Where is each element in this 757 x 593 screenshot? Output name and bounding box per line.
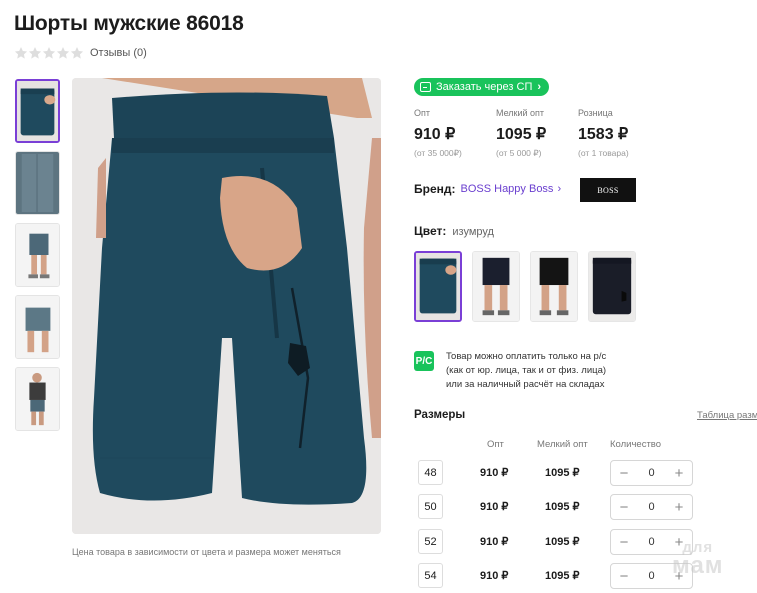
brand-label: Бренд: [414, 182, 456, 196]
quantity-input[interactable]: 0 [648, 501, 654, 513]
quantity-stepper: − 0 + [610, 494, 693, 520]
price-tier-value: 1583 ₽ [578, 126, 629, 143]
decrease-button[interactable]: − [617, 569, 631, 584]
quantity-input[interactable]: 0 [648, 467, 654, 479]
thumbnail-5[interactable] [15, 367, 60, 431]
size-label: 52 [418, 529, 443, 554]
price-tier-small-opt: Мелкий опт 1095 ₽ (от 5 000 ₽) [496, 108, 578, 159]
size-small-opt-price: 1095 ₽ [545, 570, 580, 582]
color-swatch-black[interactable] [530, 251, 578, 322]
color-swatch-emerald[interactable] [414, 251, 462, 322]
column-header-small-opt: Мелкий опт [537, 439, 588, 450]
thumbnail-2[interactable] [15, 151, 60, 215]
price-tier-minimum: (от 35 000₽) [414, 148, 462, 158]
quantity-stepper: − 0 + [610, 460, 693, 486]
star-icon [56, 46, 70, 60]
column-header-qty: Количество [610, 439, 662, 450]
chevron-right-icon: › [557, 183, 562, 195]
price-tiers: Опт 910 ₽ (от 35 000₽) Мелкий опт 1095 ₽… [414, 108, 660, 159]
star-icon [28, 46, 42, 60]
decrease-button[interactable]: − [617, 500, 631, 515]
size-row: 52 910 ₽ 1095 ₽ − 0 + [418, 529, 698, 557]
size-label: 48 [418, 460, 443, 485]
price-tier-label: Мелкий опт [496, 108, 545, 118]
size-label: 54 [418, 563, 443, 588]
cart-icon [420, 82, 431, 92]
star-icon [42, 46, 56, 60]
color-swatch-navy[interactable] [472, 251, 520, 322]
order-via-sp-label: Заказать через СП [436, 81, 533, 93]
thumbnail-list [15, 79, 60, 439]
brand-row: Бренд: BOSS Happy Boss › [414, 182, 561, 196]
site-watermark: для мам [672, 540, 724, 580]
color-swatches [414, 251, 636, 322]
chevron-right-icon: › [537, 81, 542, 93]
color-swatch-dark-blue[interactable] [588, 251, 636, 322]
size-opt-price: 910 ₽ [480, 536, 509, 548]
rating[interactable]: Отзывы (0) [14, 46, 147, 60]
payment-note-line: Товар можно оплатить только на р/с [446, 351, 607, 362]
decrease-button[interactable]: − [617, 466, 631, 481]
price-tier-opt: Опт 910 ₽ (от 35 000₽) [414, 108, 496, 159]
increase-button[interactable]: + [672, 466, 686, 481]
payment-note-text: Товар можно оплатить только на р/с (как … [446, 350, 606, 392]
bank-account-icon: Р/С [414, 351, 434, 371]
quantity-input[interactable]: 0 [648, 570, 654, 582]
payment-note-line: или за наличный расчёт на складах [446, 379, 605, 390]
column-header-opt: Опт [487, 439, 504, 450]
color-value: изумруд [452, 226, 494, 238]
main-product-photo[interactable] [72, 78, 381, 534]
quantity-input[interactable]: 0 [648, 536, 654, 548]
color-row: Цвет: изумруд [414, 224, 494, 238]
star-icon [14, 46, 28, 60]
price-tier-value: 1095 ₽ [496, 126, 547, 143]
brand-link[interactable]: BOSS Happy Boss [461, 183, 554, 195]
watermark-line-2: мам [672, 552, 724, 580]
sizes-title: Размеры [414, 409, 466, 421]
price-tier-retail: Розница 1583 ₽ (от 1 товара) [578, 108, 660, 159]
payment-note: Р/С Товар можно оплатить только на р/с (… [414, 350, 606, 392]
order-via-sp-button[interactable]: Заказать через СП › [414, 78, 550, 96]
thumbnail-3[interactable] [15, 223, 60, 287]
star-icon [70, 46, 84, 60]
brand-logo[interactable]: BOSS [580, 178, 636, 202]
size-row: 54 910 ₽ 1095 ₽ − 0 + [418, 563, 698, 591]
size-row: 50 910 ₽ 1095 ₽ − 0 + [418, 494, 698, 522]
product-title: Шорты мужские 86018 [14, 12, 244, 35]
thumbnail-4[interactable] [15, 295, 60, 359]
brand-logo-text: BOSS [597, 185, 619, 195]
price-tier-minimum: (от 1 товара) [578, 148, 629, 158]
decrease-button[interactable]: − [617, 535, 631, 550]
increase-button[interactable]: + [672, 500, 686, 515]
price-tier-label: Опт [414, 108, 430, 118]
color-label: Цвет: [414, 224, 447, 238]
size-small-opt-price: 1095 ₽ [545, 467, 580, 479]
size-row: 48 910 ₽ 1095 ₽ − 0 + [418, 460, 698, 488]
price-tier-label: Розница [578, 108, 613, 118]
thumbnail-1[interactable] [15, 79, 60, 143]
reviews-link[interactable]: Отзывы (0) [90, 47, 147, 59]
payment-note-line: (как от юр. лица, так и от физ. лица) [446, 365, 607, 376]
size-opt-price: 910 ₽ [480, 467, 509, 479]
size-small-opt-price: 1095 ₽ [545, 536, 580, 548]
size-opt-price: 910 ₽ [480, 501, 509, 513]
price-disclaimer: Цена товара в зависимости от цвета и раз… [72, 547, 341, 557]
size-opt-price: 910 ₽ [480, 570, 509, 582]
price-tier-value: 910 ₽ [414, 126, 456, 143]
size-small-opt-price: 1095 ₽ [545, 501, 580, 513]
size-table-link[interactable]: Таблица разм [697, 410, 757, 421]
size-label: 50 [418, 494, 443, 519]
price-tier-minimum: (от 5 000 ₽) [496, 148, 542, 158]
